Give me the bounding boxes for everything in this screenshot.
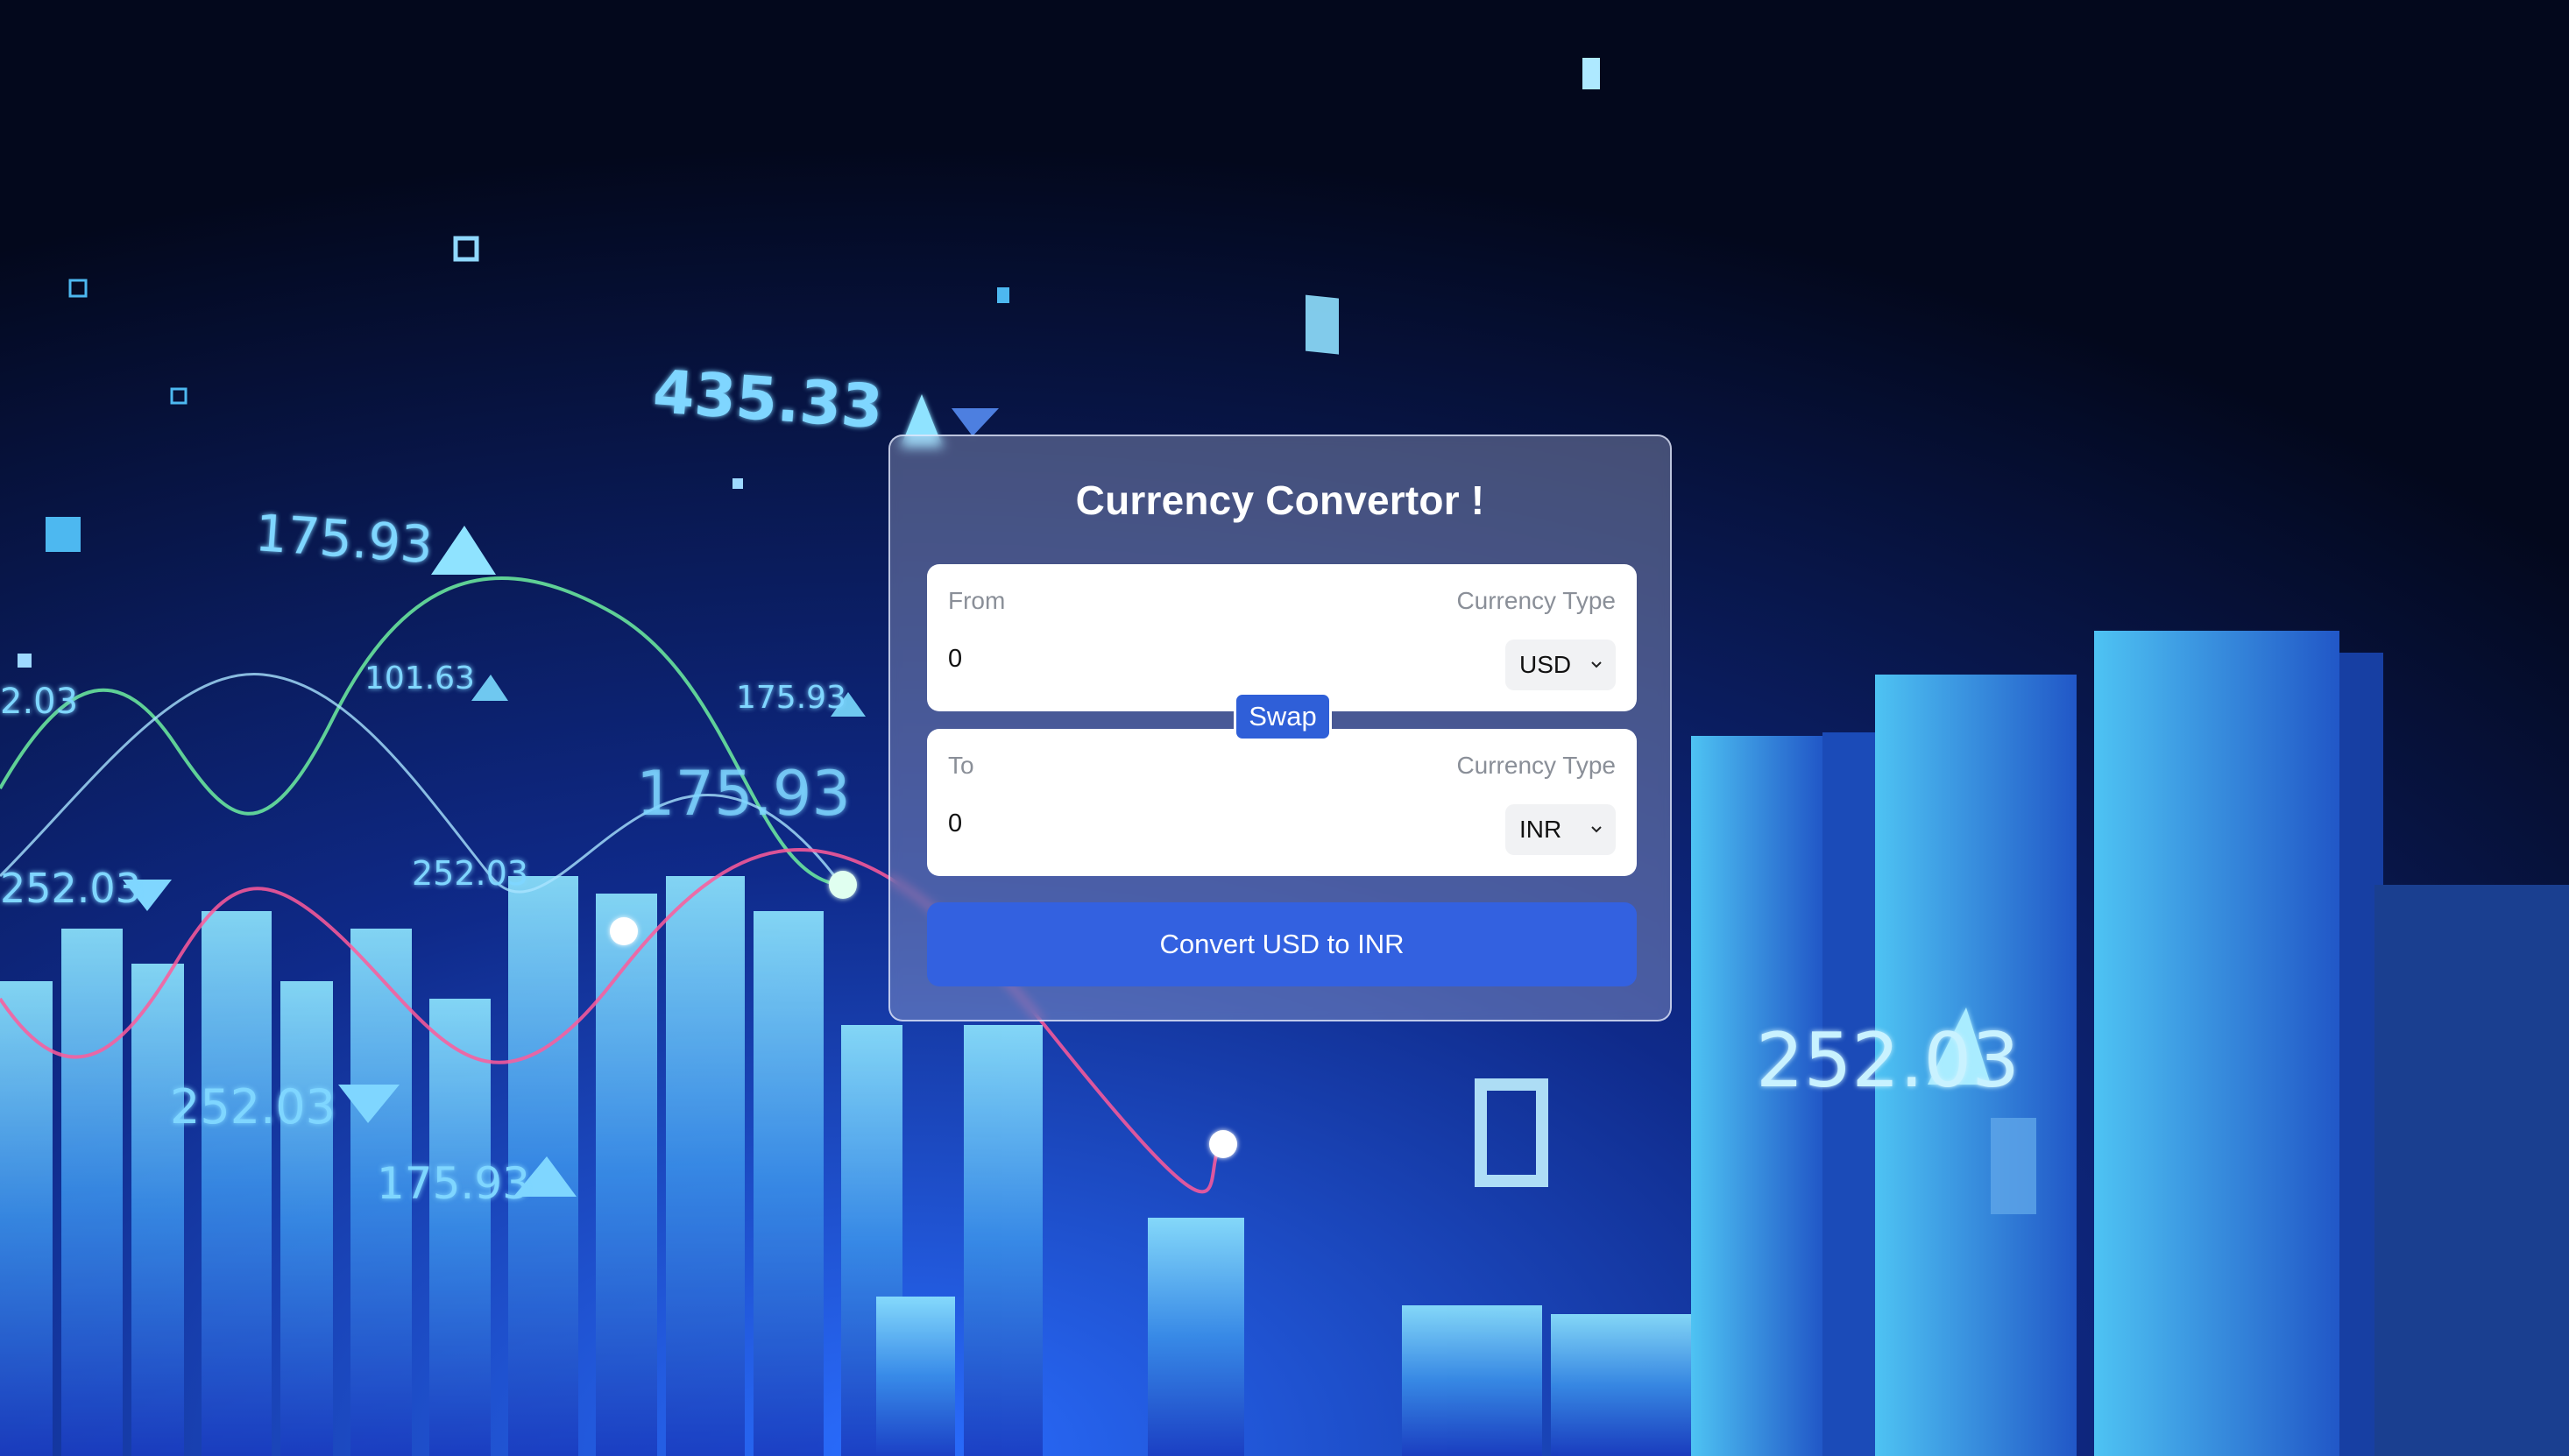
from-panel: From Currency Type USD	[927, 564, 1637, 711]
convert-button[interactable]: Convert USD to INR	[927, 902, 1637, 986]
to-label: To	[948, 752, 974, 779]
svg-text:175.93: 175.93	[253, 503, 435, 575]
to-currency-select[interactable]: INR	[1505, 804, 1616, 855]
from-amount-input[interactable]	[948, 641, 1299, 676]
page-title: Currency Convertor !	[1075, 477, 1485, 523]
svg-text:252.03: 252.03	[0, 865, 141, 912]
svg-text:175.93: 175.93	[377, 1158, 530, 1209]
svg-text:175.93: 175.93	[736, 680, 846, 716]
from-label: From	[948, 587, 1006, 614]
to-amount-input[interactable]	[948, 806, 1299, 841]
swap-button[interactable]: Swap	[1234, 692, 1332, 741]
svg-text:252.03: 252.03	[412, 854, 528, 893]
chevron-down-icon	[1591, 661, 1602, 668]
svg-text:2.03: 2.03	[0, 682, 78, 722]
from-currency-value: USD	[1519, 651, 1572, 678]
svg-text:175.93: 175.93	[636, 758, 851, 830]
to-currency-value: INR	[1519, 816, 1562, 843]
svg-text:252.03: 252.03	[170, 1079, 336, 1134]
svg-text:101.63: 101.63	[364, 661, 475, 696]
from-currency-type-label: Currency Type	[1456, 587, 1616, 614]
svg-text:252.03: 252.03	[1756, 1017, 2020, 1105]
currency-converter-card: Currency Convertor ! From Currency Type …	[888, 435, 1672, 1021]
to-currency-type-label: Currency Type	[1456, 752, 1616, 779]
from-currency-select[interactable]: USD	[1505, 640, 1616, 690]
chevron-down-icon	[1591, 826, 1602, 833]
to-panel: To Currency Type INR	[927, 729, 1637, 876]
